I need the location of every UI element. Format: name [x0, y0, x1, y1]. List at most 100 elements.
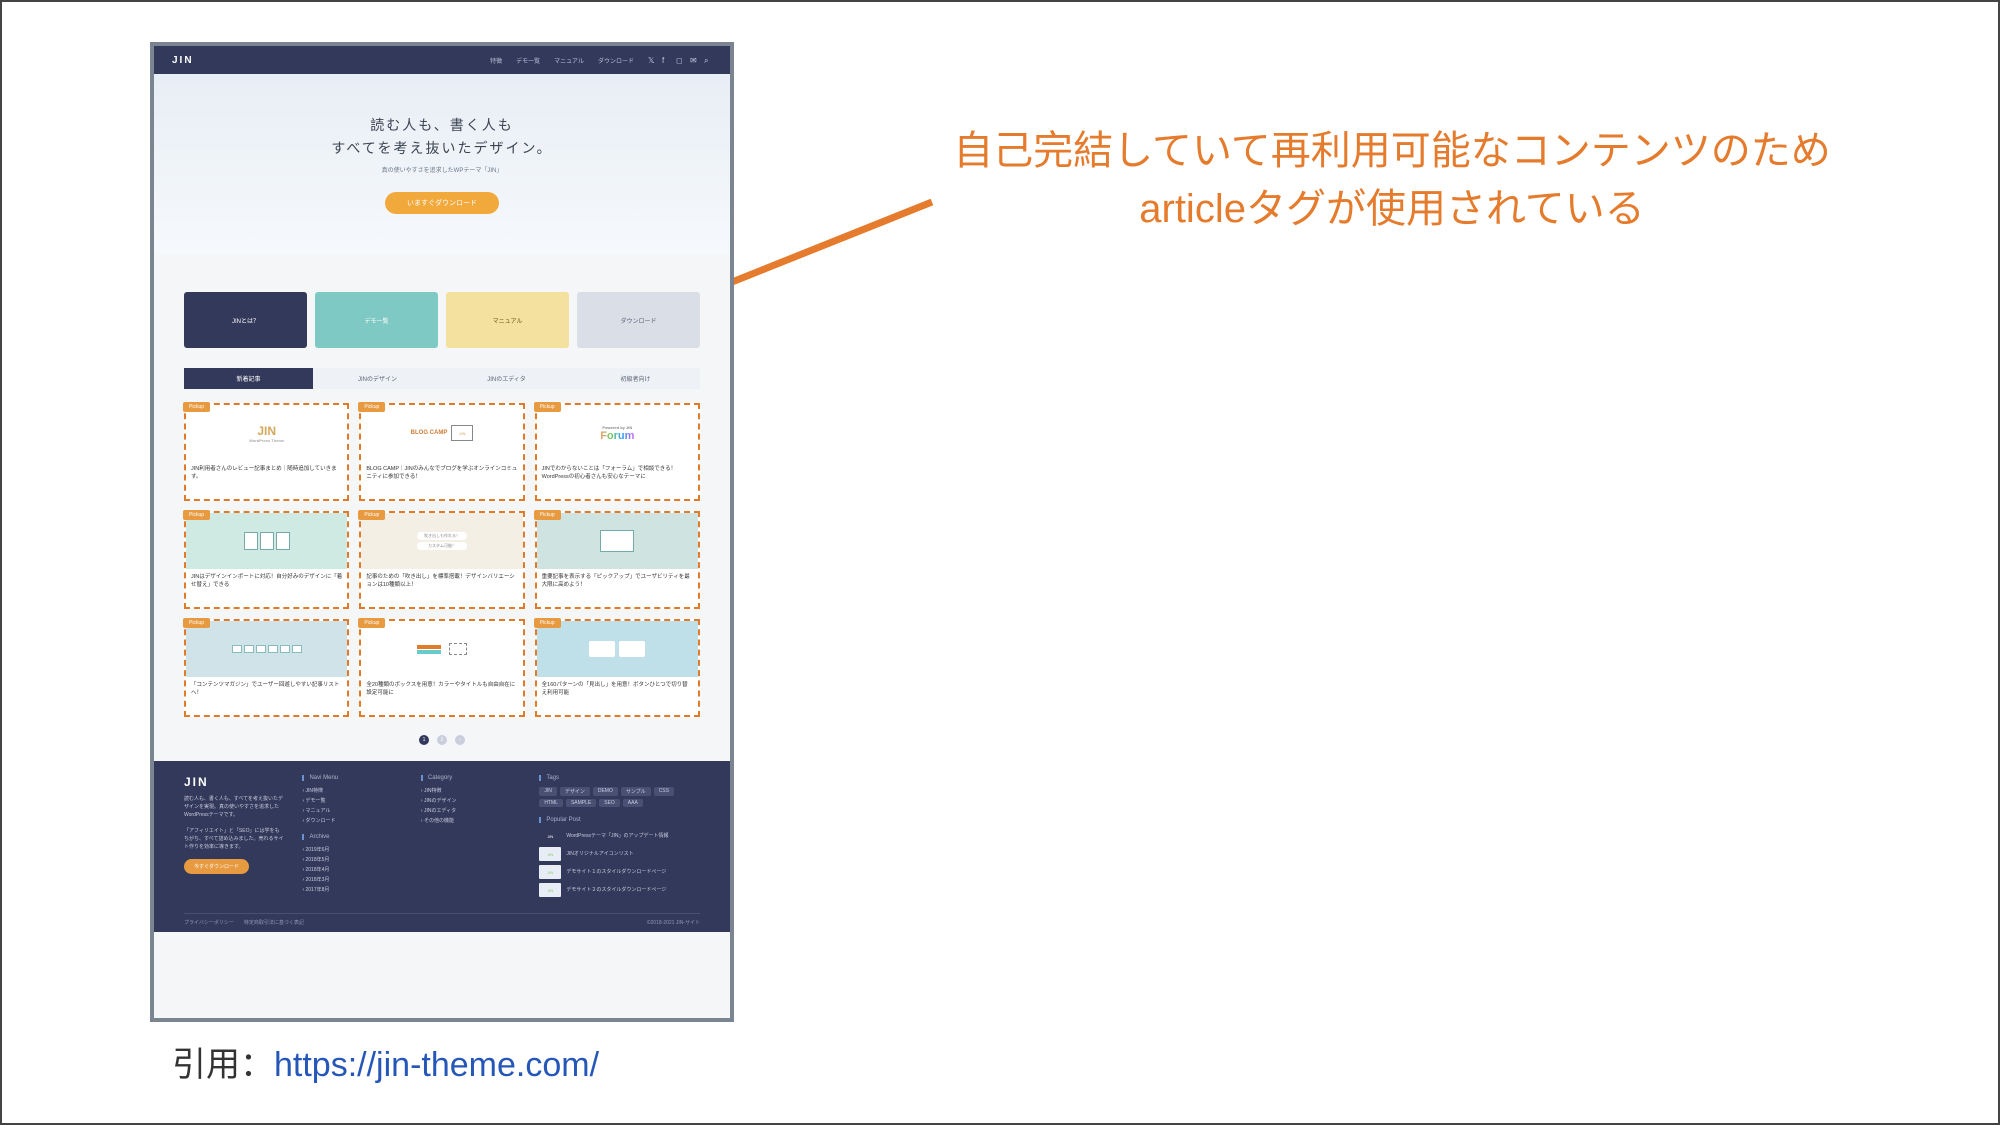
popular-title: デモサイト１のスタイルダウンロードページ	[566, 869, 700, 876]
feature-card[interactable]: ダウンロード	[577, 292, 700, 348]
citation-link[interactable]: https://jin-theme.com/	[274, 1046, 599, 1084]
tab[interactable]: 新着記事	[184, 368, 313, 389]
article-card[interactable]: Pickup 全160パターンの「見出し」を用意！ボタンひとつで切り替え利用可能	[535, 619, 700, 717]
card-badge: Pickup	[534, 510, 561, 520]
footer-tag[interactable]: サンプル	[621, 787, 651, 796]
hero-line2: すべてを考え抜いたデザイン。	[331, 137, 552, 159]
card-badge: Pickup	[183, 510, 210, 520]
article-grid: PickupJINWordPress ThemeJIN利用者さんのレビュー記事ま…	[154, 389, 730, 727]
footer-tag[interactable]: SEO	[599, 799, 620, 807]
article-title: JINでわからないことは「フォーラム」で相談できる！WordPressの初心者さ…	[537, 461, 698, 499]
social-icons: 𝕏 f ◻ ✉ ⌕	[648, 56, 712, 64]
search-icon[interactable]: ⌕	[704, 56, 712, 64]
footer-menu-item[interactable]: JIN特徴	[302, 787, 402, 794]
footer-cat-item[interactable]: JINのエディタ	[421, 807, 521, 814]
card-badge: Pickup	[358, 510, 385, 520]
nav-item[interactable]: 特徴	[490, 56, 502, 65]
article-card[interactable]: PickupJINWordPress ThemeJIN利用者さんのレビュー記事ま…	[184, 403, 349, 501]
site-header: JIN 特徴 デモ一覧 マニュアル ダウンロード 𝕏 f ◻ ✉ ⌕	[154, 46, 730, 74]
footer-heading: Tags	[539, 775, 700, 781]
tab[interactable]: JINのエディタ	[442, 368, 571, 389]
hero-subtitle: 真の使いやすさを追求したWPテーマ「JIN」	[382, 165, 503, 174]
footer-menu-item[interactable]: ダウンロード	[302, 817, 402, 824]
site-footer: JIN 読む人も、書く人も、すべてを考え抜いたデザインを実現。真の使いやすさを追…	[154, 761, 730, 932]
annotation-text: 自己完結していて再利用可能なコンテンツのため articleタグが使用されている	[852, 122, 1932, 238]
footer-heading: Navi Menu	[302, 775, 402, 781]
popular-title: WordPressテーマ「JIN」のアップデート情報	[566, 833, 700, 840]
footer-menu-item[interactable]: マニュアル	[302, 807, 402, 814]
pagination: 12 ›	[154, 727, 730, 761]
article-title: 全160パターンの「見出し」を用意！ボタンひとつで切り替え利用可能	[537, 677, 698, 715]
footer-menu-col: Navi Menu JIN特徴デモ一覧マニュアルダウンロード Archive 2…	[302, 775, 402, 901]
popular-post-item[interactable]: JIN デモサイト２のスタイルダウンロードページ	[539, 883, 700, 897]
footer-link[interactable]: プライバシーポリシー	[184, 919, 234, 926]
footer-tag[interactable]: DEMO	[593, 787, 618, 796]
footer-tag[interactable]: JIN	[539, 787, 557, 796]
pager-item[interactable]: ›	[455, 735, 465, 745]
footer-right-col: Tags JINデザインDEMOサンプルCSSHTMLSAMPLESEOAAA …	[539, 775, 700, 901]
nav-item[interactable]: マニュアル	[554, 56, 584, 65]
popular-title: JINオリジナルアイコンリスト	[566, 851, 700, 858]
article-title: 「コンテンツマガジン」でユーザー回遊しやすい記事リストへ！	[186, 677, 347, 715]
article-card[interactable]: Pickup 全20種類のボックスを用意！カラーやタイトルも自由自在に設定可能に	[359, 619, 524, 717]
article-title: JINはデザインインポートに対応！自分好みのデザインに「着せ替え」できる	[186, 569, 347, 607]
footer-archive-item[interactable]: 2019年6月	[302, 846, 402, 853]
footer-bar: プライバシーポリシー 特定商取引法に基づく表記 ©2018-2021 JIN-サ…	[184, 913, 700, 932]
footer-archive-item[interactable]: 2017年8月	[302, 886, 402, 893]
card-badge: Pickup	[534, 618, 561, 628]
twitter-icon[interactable]: 𝕏	[648, 56, 656, 64]
popular-post-item[interactable]: JINWordPressテーマ「JIN」のアップデート情報	[539, 829, 700, 843]
website-screenshot: JIN 特徴 デモ一覧 マニュアル ダウンロード 𝕏 f ◻ ✉ ⌕ 読む人も、…	[150, 42, 734, 1022]
primary-nav: 特徴 デモ一覧 マニュアル ダウンロード 𝕏 f ◻ ✉ ⌕	[490, 56, 712, 65]
popular-title: デモサイト２のスタイルダウンロードページ	[566, 887, 700, 894]
feature-card[interactable]: JINとは？	[184, 292, 307, 348]
footer-tag[interactable]: HTML	[539, 799, 563, 807]
footer-cat-item[interactable]: その他の機能	[421, 817, 521, 824]
popular-post-item[interactable]: JINJINオリジナルアイコンリスト	[539, 847, 700, 861]
article-card[interactable]: Pickup「コンテンツマガジン」でユーザー回遊しやすい記事リストへ！	[184, 619, 349, 717]
copyright: ©2018-2021 JIN-サイト	[647, 919, 700, 926]
popular-post-item[interactable]: JIN デモサイト１のスタイルダウンロードページ	[539, 865, 700, 879]
popular-thumb: JIN	[539, 883, 561, 897]
article-card[interactable]: PickupBLOG CAMPJINBLOG CAMP｜JINのみんなでブログを…	[359, 403, 524, 501]
feature-cards: JINとは？デモ一覧マニュアルダウンロード	[154, 254, 730, 358]
footer-menu-item[interactable]: デモ一覧	[302, 797, 402, 804]
contact-icon[interactable]: ✉	[690, 56, 698, 64]
hero-cta-button[interactable]: いますぐダウンロード	[385, 192, 499, 214]
tab[interactable]: 初級者向け	[571, 368, 700, 389]
pager-item[interactable]: 2	[437, 735, 447, 745]
article-title: JIN利用者さんのレビュー記事まとめ｜随時追加していきます。	[186, 461, 347, 499]
footer-archive-item[interactable]: 2018年5月	[302, 856, 402, 863]
popular-thumb: JIN	[539, 865, 561, 879]
article-title: 記事のための「吹き出し」を標準搭載！デザインバリエーションは10種類以上！	[361, 569, 522, 607]
citation-label: 引用：	[172, 1046, 274, 1084]
article-card[interactable]: Pickup JINはデザインインポートに対応！自分好みのデザインに「着せ替え」で…	[184, 511, 349, 609]
facebook-icon[interactable]: f	[662, 56, 670, 64]
footer-tag[interactable]: デザイン	[560, 787, 590, 796]
footer-about: JIN 読む人も、書く人も、すべてを考え抜いたデザインを実現。真の使いやすさを追…	[184, 775, 284, 901]
footer-archive-item[interactable]: 2018年3月	[302, 876, 402, 883]
footer-tag[interactable]: SAMPLE	[566, 799, 596, 807]
site-logo[interactable]: JIN	[172, 55, 194, 66]
footer-cta-button[interactable]: 今すぐダウンロード	[184, 859, 249, 874]
footer-cat-item[interactable]: JINのデザイン	[421, 797, 521, 804]
pager-item[interactable]: 1	[419, 735, 429, 745]
article-card[interactable]: Pickup重要記事を表示する「ピックアップ」でユーザビリティを最大限に高めよう…	[535, 511, 700, 609]
footer-heading: Archive	[302, 834, 402, 840]
feature-card[interactable]: マニュアル	[446, 292, 569, 348]
footer-tag[interactable]: CSS	[654, 787, 674, 796]
article-title: 全20種類のボックスを用意！カラーやタイトルも自由自在に設定可能に	[361, 677, 522, 715]
tab[interactable]: JINのデザイン	[313, 368, 442, 389]
instagram-icon[interactable]: ◻	[676, 56, 684, 64]
nav-item[interactable]: ダウンロード	[598, 56, 634, 65]
footer-archive-item[interactable]: 2018年4月	[302, 866, 402, 873]
feature-card[interactable]: デモ一覧	[315, 292, 438, 348]
footer-cat-item[interactable]: JIN特徴	[421, 787, 521, 794]
nav-item[interactable]: デモ一覧	[516, 56, 540, 65]
article-card[interactable]: PickupPowered by JINForumJINでわからないことは「フォ…	[535, 403, 700, 501]
footer-tag[interactable]: AAA	[623, 799, 643, 807]
card-badge: Pickup	[358, 618, 385, 628]
footer-link[interactable]: 特定商取引法に基づく表記	[244, 919, 304, 926]
footer-desc: 「アフィリエイト」と「SEO」には学をもちがち、すべて詰め込みました。売れるサイ…	[184, 827, 284, 851]
article-card[interactable]: Pickup吹き出しも作れる！カスタム可能！記事のための「吹き出し」を標準搭載！…	[359, 511, 524, 609]
